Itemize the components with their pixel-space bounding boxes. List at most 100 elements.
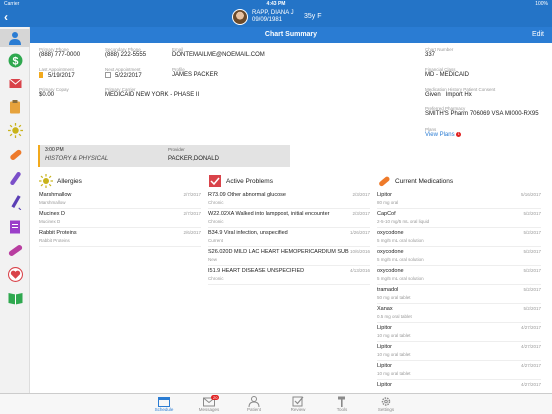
edit-button[interactable]: Edit (532, 27, 544, 43)
item-date: 5/2/2017 (523, 211, 541, 216)
clipboard-icon (10, 99, 20, 113)
tab-settings[interactable]: Settings (366, 394, 406, 414)
item-name: Xanax (377, 306, 393, 312)
last-appointment-value: 5/19/2017 (48, 73, 75, 79)
problem-row[interactable]: W22.02XA Walked into lamppost, initial e… (208, 209, 370, 228)
secondary-phone-field: Secondary Phone (888) 222-5555 (105, 47, 146, 59)
appointment-description: HISTORY & PHYSICAL (45, 156, 109, 162)
item-date: 5/2/2017 (523, 306, 541, 311)
sidebar-vaccines[interactable] (6, 193, 24, 211)
item-detail: 2-5-10 mg/5 mL oral liquid (377, 219, 430, 224)
email-value: DONTEMAILME@NOEMAIL.COM (172, 52, 265, 58)
allergy-row[interactable]: Mucinex D Mucinex D 2/7/2017 (39, 209, 201, 228)
item-name: oxycodone (377, 268, 404, 274)
sidebar-bandage[interactable] (6, 241, 24, 259)
sidebar-education[interactable] (6, 289, 24, 307)
item-detail: New (208, 257, 218, 262)
allergy-row[interactable]: Rabbit Proteins Rabbit Proteins 2/6/2017 (39, 228, 201, 247)
tab-messages[interactable]: 20 Messages (189, 394, 229, 414)
sidebar-documents[interactable] (6, 217, 24, 235)
tab-review[interactable]: Review (278, 394, 318, 414)
medication-row[interactable]: CapCof 2-5-10 mg/5 mL oral liquid 5/2/2017 (377, 209, 541, 228)
item-name: oxycodone (377, 249, 404, 255)
sidebar-medications[interactable] (6, 145, 24, 163)
medication-row[interactable]: oxycodone 5 mg/5 mL oral solution 5/2/2017 (377, 266, 541, 285)
sidebar-chart-summary[interactable] (0, 29, 30, 47)
patient-avatar[interactable] (232, 9, 248, 25)
document-icon (10, 220, 20, 233)
item-name: B34.9 Viral infection, unspecified (208, 230, 288, 236)
item-date: 10/6/2016 (349, 249, 370, 254)
calendar-icon (105, 72, 111, 78)
problems-title: Active Problems (226, 178, 273, 185)
sidebar-billing[interactable]: $ (6, 51, 24, 69)
envelope-icon (8, 78, 22, 88)
page-title: Chart Summary (264, 31, 318, 38)
pill-icon (9, 149, 21, 160)
problem-row[interactable]: R73.09 Other abnormal glucose Chronic 2/3/… (208, 190, 370, 209)
item-date: 2/7/2017 (183, 211, 201, 216)
problem-row[interactable]: B34.9 Viral infection, unspecified Curren… (208, 228, 370, 247)
allergies-list: Marshmallow Marshmallow 2/7/2017 Mucinex DM… (39, 190, 201, 247)
problems-section: Active Problems R73.09 Other abnormal gl… (208, 174, 370, 285)
item-detail: 50 mg oral tablet (377, 295, 411, 300)
person-icon (248, 396, 260, 407)
patient-dob: 09/09/1981 (252, 17, 283, 23)
pill-icon (379, 176, 390, 187)
medication-row[interactable]: tramadol 50 mg oral tablet 5/2/2017 (377, 285, 541, 304)
tab-patient[interactable]: Patient (234, 394, 274, 414)
item-detail: 10 mg oral tablet (377, 352, 411, 357)
preferred-pharmacy-field: Preferred Pharmacy SMITH'S Pharm 706069 … (425, 106, 539, 118)
medication-row[interactable]: Xanax 0.5 mg oral tablet 5/2/2017 (377, 304, 541, 323)
item-detail: Marshmallow (39, 200, 66, 205)
back-button[interactable]: ‹ (4, 10, 8, 24)
sidebar-messages[interactable] (6, 74, 24, 92)
battery-level: 100% (535, 1, 548, 7)
financial-class-value: MD - MEDICAID (425, 72, 469, 78)
medication-history-field: Medication History Patient Consent Given… (425, 87, 495, 99)
chart-summary-header: Chart Summary Edit (30, 27, 552, 43)
sun-icon (39, 174, 53, 188)
flag-icon (39, 72, 43, 78)
calendar-icon (158, 397, 170, 407)
item-date: 5/2/2017 (523, 268, 541, 273)
clock: 4:43 PM (266, 1, 286, 7)
next-appointment-value: 5/22/2017 (115, 73, 142, 79)
problem-row[interactable]: I51.9 HEART DISEASE UNSPECIFIED Chronic 4/… (208, 266, 370, 285)
item-name: Marshmallow (39, 192, 72, 198)
item-detail: Rabbit Proteins (39, 238, 70, 243)
medication-row[interactable]: Lipitor 10 mg oral tablet 4/27/2017 (377, 342, 541, 361)
item-name: oxycodone (377, 230, 404, 236)
item-name: Lipitor (377, 382, 392, 388)
allergy-row[interactable]: Marshmallow Marshmallow 2/7/2017 (39, 190, 201, 209)
medication-row[interactable]: oxycodone 5 mg/5 mL oral solution 5/2/2017 (377, 228, 541, 247)
item-date: 2/6/2017 (183, 230, 201, 235)
medication-row[interactable]: Lipitor 10 mg oral tablet 4/27/2017 (377, 323, 541, 342)
tab-tools[interactable]: Tools (322, 394, 362, 414)
sidebar-lab-results[interactable] (6, 169, 24, 187)
email-field: Email DONTEMAILME@NOEMAIL.COM (172, 47, 265, 59)
tab-schedule[interactable]: Schedule (144, 394, 184, 414)
view-plans-link[interactable]: View Plans (425, 132, 455, 138)
tab-schedule-label: Schedule (154, 407, 174, 412)
person-icon (9, 32, 21, 45)
sun-icon (7, 122, 23, 138)
appointment-row[interactable]: 3:00 PM HISTORY & PHYSICAL Provider PACK… (38, 145, 290, 167)
import-history-button[interactable]: Import Hx (446, 92, 472, 98)
hammer-icon (338, 396, 345, 407)
medication-row[interactable]: Lipitor 10 mg oral tablet 4/27/2017 (377, 361, 541, 380)
chart-number-field: Chart Number 337 (425, 47, 453, 59)
chart-number-value: 337 (425, 52, 436, 58)
plans-badge: 1 (456, 132, 462, 137)
medication-row[interactable]: Lipitor 80 mg oral 5/16/2017 (377, 190, 541, 209)
messages-badge: 20 (211, 395, 220, 400)
sidebar-clipboard[interactable] (6, 97, 24, 115)
sidebar-health-maintenance[interactable] (6, 265, 24, 283)
item-date: 5/2/2017 (523, 287, 541, 292)
medication-row[interactable]: oxycodone 5 mg/5 mL oral solution 5/2/2017 (377, 247, 541, 266)
tab-review-label: Review (290, 407, 306, 412)
sidebar-allergies[interactable] (6, 121, 24, 139)
tab-tools-label: Tools (336, 407, 348, 412)
item-name: W22.02XA Walked into lamppost, initial e… (208, 211, 330, 217)
problem-row[interactable]: S26.020D MILD LAC HEART HEMOPERICARDIUM … (208, 247, 370, 266)
